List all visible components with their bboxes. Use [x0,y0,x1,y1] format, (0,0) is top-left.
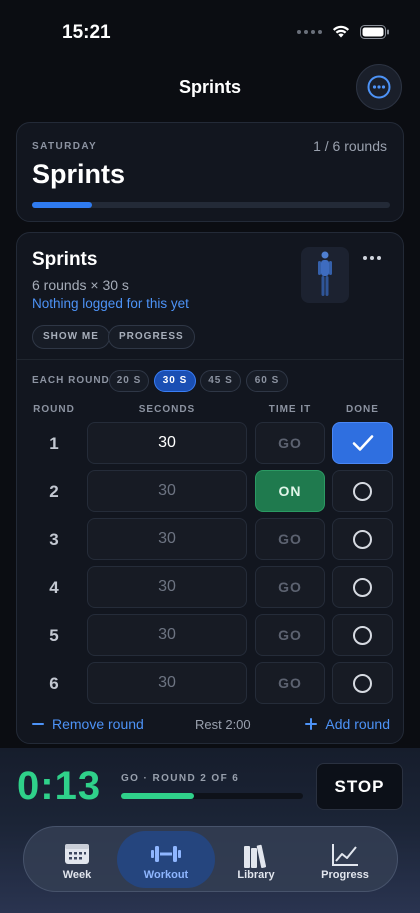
unchecked-circle-icon [353,529,372,549]
column-header-seconds: SECONDS [138,404,196,415]
plus-icon [305,718,318,730]
tab-week[interactable]: Week [28,831,126,888]
round-number: 3 [49,530,59,549]
timer-status: GO · ROUND 2 OF 6 [121,773,240,784]
workout-progress-fill [32,202,92,208]
done-toggle[interactable] [332,614,393,656]
tab-workout[interactable]: Workout [117,831,215,888]
dumbbell-icon [151,846,181,862]
add-round-label: Add round [325,716,390,732]
seconds-input[interactable]: 30 [87,614,247,656]
seconds-input[interactable]: 30 [87,566,247,608]
time-it-button[interactable]: GO [255,614,325,656]
calendar-icon [65,844,89,864]
column-header-round: ROUND [33,404,75,415]
round-number: 4 [49,578,59,597]
duration-option-60s[interactable]: 60 S [246,370,288,392]
done-toggle[interactable] [332,566,393,608]
timer-progress-bar [121,793,303,799]
status-time: 15:21 [62,22,111,43]
seconds-input[interactable]: 30 [87,422,247,464]
time-it-button[interactable]: GO [255,518,325,560]
workout-day: SATURDAY [32,141,98,152]
more-options-button[interactable] [356,64,402,110]
chart-icon [332,844,358,866]
column-header-done: DONE [346,404,379,415]
timer-progress-fill [121,793,194,799]
status-icons [297,24,390,39]
unchecked-circle-icon [353,481,372,501]
tab-progress[interactable]: Progress [296,831,394,888]
each-round-label: EACH ROUND [32,375,110,386]
round-number: 1 [49,434,59,453]
done-toggle[interactable] [332,518,393,560]
stop-button[interactable]: STOP [316,763,403,810]
checkmark-icon [352,435,373,451]
timer-value: 0:13 [17,764,102,808]
remove-round-button[interactable]: Remove round [32,716,144,732]
remove-round-label: Remove round [52,716,144,732]
tab-bar: Week Workout Library Progress [23,826,398,892]
workout-progress-bar [32,202,390,208]
round-number: 2 [49,482,59,501]
seconds-input[interactable]: 30 [87,518,247,560]
time-it-button[interactable]: GO [255,566,325,608]
minus-icon [32,723,44,725]
workout-title: Sprints [32,159,126,189]
duration-option-20s[interactable]: 20 S [109,370,149,392]
unchecked-circle-icon [353,625,372,645]
add-round-button[interactable]: Add round [305,716,390,732]
tab-library[interactable]: Library [207,831,305,888]
unchecked-circle-icon [353,673,372,693]
rounds-counter: 1 / 6 rounds [313,138,387,154]
rest-duration[interactable]: Rest 2:00 [195,717,251,732]
done-toggle[interactable] [332,422,393,464]
seconds-input[interactable]: 30 [87,470,247,512]
done-toggle[interactable] [332,662,393,704]
divider [17,359,403,360]
status-bar: 15:21 [0,0,420,56]
time-it-button[interactable]: GO [255,662,325,704]
seconds-input[interactable]: 30 [87,662,247,704]
battery-icon [360,24,389,39]
round-number: 6 [49,674,59,693]
exercise-more-icon[interactable] [363,251,385,265]
done-toggle[interactable] [332,470,393,512]
ellipsis-circle-icon [367,75,391,99]
runner-figure-icon [318,251,332,296]
workout-summary-card: SATURDAY 1 / 6 rounds Sprints [16,122,404,222]
exercise-card: Sprints 6 rounds × 30 s Nothing logged f… [16,232,404,744]
exercise-name: Sprints [32,249,98,270]
unchecked-circle-icon [353,577,372,597]
duration-option-45s[interactable]: 45 S [200,370,241,392]
exercise-footer: Remove round Rest 2:00 Add round [32,716,390,736]
exercise-detail: 6 rounds × 30 s [32,277,129,293]
exercise-log-note: Nothing logged for this yet [32,296,189,311]
time-it-button[interactable]: ON [255,470,325,512]
duration-option-30s[interactable]: 30 S [154,370,196,392]
time-it-button[interactable]: GO [255,422,325,464]
tab-label: Week [62,869,92,881]
books-icon [244,844,267,868]
cellular-signal-icon [297,29,322,34]
tab-label: Workout [143,869,189,881]
tab-label: Library [237,869,275,881]
progress-button[interactable]: PROGRESS [108,325,195,349]
tab-label: Progress [321,869,369,881]
column-header-time-it: TIME IT [268,404,312,415]
exercise-thumbnail[interactable] [301,247,349,303]
round-number: 5 [49,626,59,645]
show-me-button[interactable]: SHOW ME [32,325,110,349]
wifi-icon [332,25,350,38]
